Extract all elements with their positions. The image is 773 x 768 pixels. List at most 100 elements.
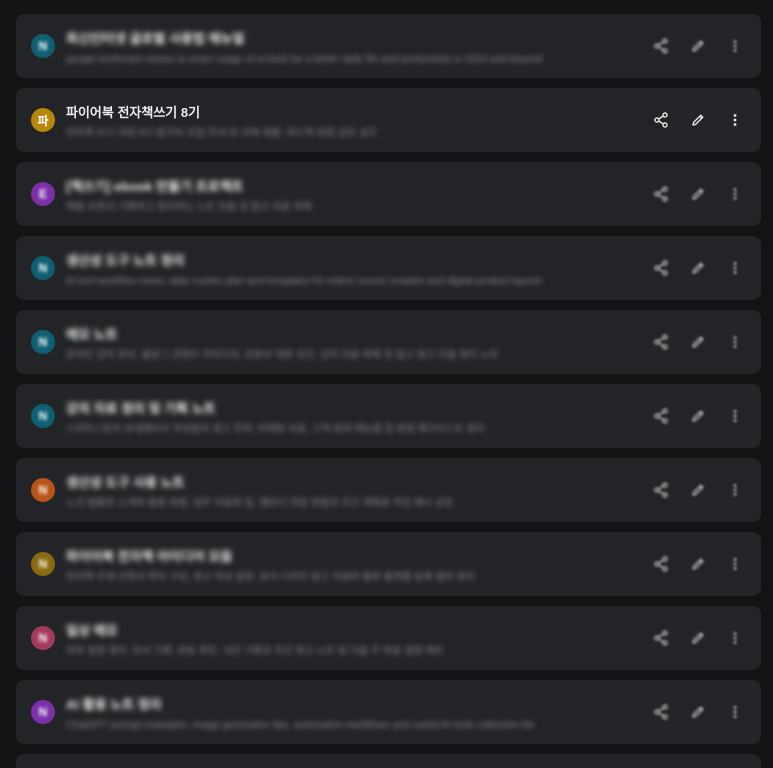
book-text: 최신인터넷 글로벌 사용법 매뉴얼 google bookmark classic… <box>66 30 636 68</box>
book-actions <box>636 552 747 576</box>
book-card[interactable]: N 생산성 도구 노트 정리 AI tool workflow notes, dai… <box>16 236 761 300</box>
share-button[interactable] <box>649 256 673 280</box>
more-vertical-icon <box>727 186 743 202</box>
book-text: 일상 메모하루 일정 정리, 독서 기록, 운동 루틴, 식단 기록과 주간 회… <box>66 622 636 660</box>
book-card[interactable]: N 최신인터넷 글로벌 사용법 매뉴얼 google bookmark classi… <box>16 14 761 78</box>
more-vertical-icon <box>727 556 743 572</box>
book-title[interactable]: 최신인터넷 글로벌 사용법 매뉴얼 <box>66 30 636 48</box>
book-text: AI 활용 노트 정리 ChatGPT prompt examples, imag… <box>66 696 636 734</box>
book-title[interactable]: 생산성 도구 노트 정리 <box>66 252 636 270</box>
book-card[interactable]: N 파이어북 전자책 아이디어 모음 전자책 주제 선정과 목차 구성, 원고 작성… <box>16 532 761 596</box>
book-avatar-letter: N <box>38 335 48 349</box>
more-vertical-icon <box>727 334 743 350</box>
book-title[interactable]: 일상 메모 <box>66 622 636 640</box>
book-description: 전자책 쓰기 과정 8기 참가자 모임 안내 및 과제 제출, 피드백 일정 공… <box>66 128 378 139</box>
book-title[interactable]: 강의 자료 정리 및 기획 노트 <box>66 400 636 418</box>
book-title[interactable]: 파이어북 전자책 아이디어 모음 <box>66 548 636 566</box>
more-vertical-icon <box>727 38 743 54</box>
share-icon <box>653 112 669 128</box>
book-avatar-letter: N <box>38 705 48 719</box>
edit-button[interactable] <box>686 182 710 206</box>
share-button[interactable] <box>649 404 673 428</box>
edit-button[interactable] <box>686 256 710 280</box>
book-actions <box>636 182 747 206</box>
book-avatar: N <box>31 626 55 650</box>
share-button[interactable] <box>649 700 673 724</box>
share-icon <box>653 704 669 720</box>
pencil-icon <box>690 112 706 128</box>
book-text: 생산성 도구 사용 노트노션 템플릿 소개와 활용 방법, 업무 자동화 팁, … <box>66 474 636 512</box>
share-icon <box>653 482 669 498</box>
share-icon <box>653 334 669 350</box>
book-description: 노션 템플릿 소개와 활용 방법, 업무 자동화 팁, 캘린더 연동 방법과 주… <box>66 498 454 509</box>
book-description: google bookmark classic & smart usage of… <box>66 54 542 65</box>
share-button[interactable] <box>649 478 673 502</box>
share-icon <box>653 38 669 54</box>
book-title[interactable]: 생산성 도구 사용 노트 <box>66 474 636 492</box>
book-title[interactable]: [책쓰기] ebook 만들기 프로젝트 <box>66 178 636 196</box>
book-title[interactable]: AI 활용 노트 정리 <box>66 696 636 714</box>
book-description: 하루 일정 정리, 독서 기록, 운동 루틴, 식단 기록과 주간 회고 노트 … <box>66 646 444 657</box>
book-card[interactable]: 파 파이어북 전자책쓰기 8기전자책 쓰기 과정 8기 참가자 모임 안내 및 과… <box>16 88 761 152</box>
share-button[interactable] <box>649 330 673 354</box>
book-card[interactable]: E [책쓰기] ebook 만들기 프로젝트 책을 쓰면서 기록하고 정리하는 노트… <box>16 162 761 226</box>
book-avatar: 파 <box>31 108 55 132</box>
book-avatar: N <box>31 330 55 354</box>
book-avatar-letter: N <box>38 39 48 53</box>
book-text: 생산성 도구 노트 정리 AI tool workflow notes, dail… <box>66 252 636 290</box>
book-card[interactable]: N 강의 자료 정리 및 기획 노트스마트스토어 상세페이지 작성법과 광고 전략… <box>16 384 761 448</box>
book-card[interactable]: N 일상 메모하루 일정 정리, 독서 기록, 운동 루틴, 식단 기록과 주간 … <box>16 606 761 670</box>
book-description: 온라인 강의 준비, 블로그 콘텐츠 아이디어, 유튜브 대본 초안, 강의 자… <box>66 350 499 361</box>
share-button[interactable] <box>649 108 673 132</box>
share-icon <box>653 186 669 202</box>
book-actions <box>636 34 747 58</box>
book-actions <box>636 700 747 724</box>
book-avatar: N <box>31 404 55 428</box>
book-actions <box>636 330 747 354</box>
share-button[interactable] <box>649 182 673 206</box>
book-avatar-letter: N <box>38 409 48 423</box>
book-title[interactable]: 파이어북 전자책쓰기 8기 <box>66 104 636 122</box>
share-icon <box>653 408 669 424</box>
more-vertical-icon <box>727 482 743 498</box>
more-options-button[interactable] <box>723 404 747 428</box>
edit-button[interactable] <box>686 34 710 58</box>
more-options-button[interactable] <box>723 478 747 502</box>
book-text: 메모 노트온라인 강의 준비, 블로그 콘텐츠 아이디어, 유튜브 대본 초안,… <box>66 326 636 364</box>
edit-button[interactable] <box>686 552 710 576</box>
more-options-button[interactable] <box>723 700 747 724</box>
book-avatar: N <box>31 34 55 58</box>
book-card-partial[interactable] <box>16 754 761 768</box>
book-avatar-letter: 파 <box>37 113 49 128</box>
share-button[interactable] <box>649 34 673 58</box>
more-options-button[interactable] <box>723 626 747 650</box>
more-options-button[interactable] <box>723 108 747 132</box>
edit-button[interactable] <box>686 478 710 502</box>
more-vertical-icon <box>727 408 743 424</box>
book-text: 강의 자료 정리 및 기획 노트스마트스토어 상세페이지 작성법과 광고 전략,… <box>66 400 636 438</box>
edit-button[interactable] <box>686 330 710 354</box>
book-card[interactable]: N 생산성 도구 사용 노트 노션 템플릿 소개와 활용 방법, 업무 자동화 팁,… <box>16 458 761 522</box>
more-vertical-icon <box>727 704 743 720</box>
book-title[interactable]: 메모 노트 <box>66 326 636 344</box>
share-button[interactable] <box>649 626 673 650</box>
book-card[interactable]: N 메모 노트온라인 강의 준비, 블로그 콘텐츠 아이디어, 유튜브 대본 초안… <box>16 310 761 374</box>
edit-button[interactable] <box>686 108 710 132</box>
more-options-button[interactable] <box>723 182 747 206</box>
book-avatar: N <box>31 700 55 724</box>
book-description: 스마트스토어 상세페이지 작성법과 광고 전략, 마케팅 자료, 고객 응대 매… <box>66 424 485 435</box>
more-options-button[interactable] <box>723 552 747 576</box>
edit-button[interactable] <box>686 626 710 650</box>
share-button[interactable] <box>649 552 673 576</box>
edit-button[interactable] <box>686 700 710 724</box>
book-avatar: N <box>31 552 55 576</box>
more-options-button[interactable] <box>723 330 747 354</box>
book-actions <box>636 256 747 280</box>
pencil-icon <box>690 334 706 350</box>
edit-button[interactable] <box>686 404 710 428</box>
pencil-icon <box>690 556 706 572</box>
pencil-icon <box>690 260 706 276</box>
more-options-button[interactable] <box>723 34 747 58</box>
book-card[interactable]: N AI 활용 노트 정리 ChatGPT prompt examples, ima… <box>16 680 761 744</box>
more-options-button[interactable] <box>723 256 747 280</box>
